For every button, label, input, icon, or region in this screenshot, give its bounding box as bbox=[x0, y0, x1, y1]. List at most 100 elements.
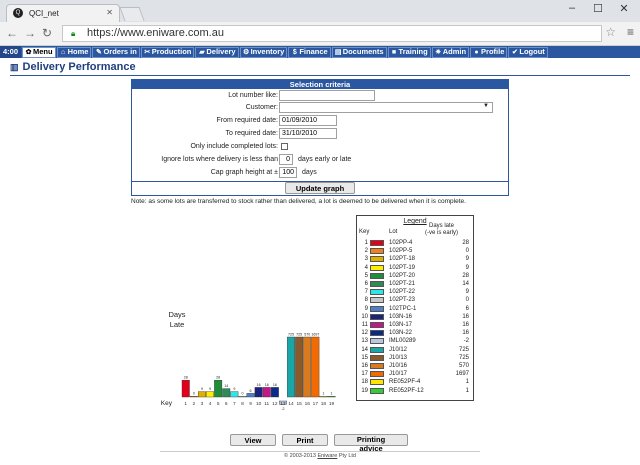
legend-days: 0 bbox=[465, 248, 469, 255]
nav-training[interactable]: ■ Training bbox=[387, 46, 431, 58]
legend-swatch bbox=[370, 354, 384, 361]
menu-icon: ✿ bbox=[25, 48, 32, 56]
home-icon: ⌂ bbox=[60, 48, 66, 56]
url-input[interactable]: 🔒︎ https://www.eniware.com.au bbox=[62, 25, 602, 42]
footer: © 2003-2013 Eniware Pty Ltd bbox=[0, 453, 640, 459]
x-tick-label: 8 bbox=[241, 401, 244, 407]
new-tab-button[interactable] bbox=[119, 7, 145, 21]
forward-arrow-icon[interactable]: → bbox=[24, 26, 36, 40]
legend-row: 3 102PT-18 9 bbox=[357, 256, 473, 264]
printing-advice-button[interactable]: Printing advice bbox=[334, 434, 408, 453]
legend-lot: J10/13 bbox=[389, 354, 408, 361]
legend-row: 2 102PP-5 0 bbox=[357, 248, 473, 256]
legend-key: 9 bbox=[364, 305, 368, 312]
lot-number-input[interactable] bbox=[279, 90, 375, 101]
ignore-days-input[interactable] bbox=[279, 154, 293, 165]
back-arrow-icon[interactable]: ← bbox=[6, 26, 18, 40]
page-title: Delivery Performance bbox=[22, 61, 136, 73]
legend-row: 11 103N-17 16 bbox=[357, 322, 473, 330]
tab-title: QCI_net bbox=[29, 9, 59, 18]
legend-row: 13 IML00289 -2 bbox=[357, 338, 473, 346]
legend-swatch bbox=[370, 363, 384, 369]
x-tick-label: 18 bbox=[321, 401, 327, 407]
nav-label: Home bbox=[67, 47, 89, 56]
from-date-row: From required date: bbox=[132, 115, 508, 127]
nav-finance[interactable]: $ Finance bbox=[288, 46, 331, 58]
window-close-icon[interactable]: ✕ bbox=[614, 2, 634, 15]
nav-label: Training bbox=[398, 47, 428, 56]
legend-row: 12 103N-22 16 bbox=[357, 330, 473, 338]
nav-home[interactable]: ⌂ Home bbox=[56, 46, 92, 58]
bar-value-label: 1697 bbox=[311, 333, 319, 337]
view-button[interactable]: View bbox=[230, 434, 276, 446]
cap-height-input[interactable] bbox=[279, 167, 297, 178]
lock-icon: 🔒︎ bbox=[71, 29, 76, 38]
maximize-icon[interactable]: ☐ bbox=[588, 2, 608, 15]
x-tick-label: 16 bbox=[305, 401, 311, 407]
bookmark-star-icon[interactable]: ☆ bbox=[605, 25, 616, 39]
legend-row: 4 102PT-19 9 bbox=[357, 264, 473, 273]
update-graph-button[interactable]: Update graph bbox=[285, 182, 355, 194]
bar bbox=[246, 393, 255, 398]
completed-label: Only include completed lots: bbox=[190, 143, 278, 150]
legend-key: 5 bbox=[364, 272, 368, 279]
legend-swatch bbox=[370, 240, 384, 246]
from-date-input[interactable] bbox=[279, 115, 337, 126]
ignore-label: Ignore lots where delivery is less than bbox=[161, 156, 278, 163]
bar bbox=[295, 336, 304, 398]
footer-brand-link[interactable]: Eniware bbox=[317, 453, 337, 459]
minimize-icon[interactable]: – bbox=[562, 2, 582, 14]
nav-production[interactable]: ✂ Production bbox=[140, 46, 195, 58]
title-divider bbox=[10, 75, 630, 76]
bar bbox=[181, 379, 190, 398]
nav-admin[interactable]: ✷ Admin bbox=[431, 46, 470, 58]
legend-swatch bbox=[370, 248, 384, 255]
nav-label: Finance bbox=[299, 47, 328, 56]
legend-days-header: Days late bbox=[429, 223, 455, 229]
customer-select[interactable]: ▼ bbox=[279, 102, 493, 113]
to-date-input[interactable] bbox=[279, 128, 337, 139]
tab-close-icon[interactable]: ✕ bbox=[106, 8, 113, 17]
action-buttons: View Print Printing advice bbox=[230, 434, 408, 453]
nav-delivery[interactable]: ▰ Delivery bbox=[195, 46, 239, 58]
bar bbox=[287, 336, 296, 398]
legend-days: 16 bbox=[462, 322, 469, 328]
x-tick-label: 5 bbox=[217, 401, 220, 407]
print-button[interactable]: Print bbox=[282, 434, 328, 446]
legend-swatch bbox=[370, 264, 384, 271]
nav-documents[interactable]: ▤ Documents bbox=[331, 46, 387, 58]
customer-label: Customer: bbox=[245, 104, 278, 111]
legend-days-subheader: (-ve is early) bbox=[425, 230, 459, 236]
legend-days: 9 bbox=[465, 264, 469, 271]
reload-icon[interactable]: ↻ bbox=[42, 26, 52, 40]
nav-logout[interactable]: ✔ Logout bbox=[508, 46, 548, 58]
x-tick-label: 6 bbox=[225, 401, 228, 407]
x-tick-label: 15 bbox=[296, 401, 302, 407]
url-text: https://www.eniware.com.au bbox=[87, 27, 224, 39]
legend-lot: 102PT-18 bbox=[389, 256, 416, 263]
browser-tab[interactable]: Q QCI_net ✕ bbox=[6, 4, 120, 22]
bar-value-label: 28 bbox=[216, 376, 220, 380]
legend-days: 9 bbox=[465, 256, 469, 263]
footer-divider bbox=[160, 451, 480, 452]
nav-profile[interactable]: ● Profile bbox=[470, 46, 508, 58]
ignore-row: Ignore lots where delivery is less than … bbox=[132, 154, 508, 166]
nav-orders-in[interactable]: ✎ Orders in bbox=[92, 46, 140, 58]
nav-label: Menu bbox=[33, 47, 53, 56]
bar-value-label: 9 bbox=[209, 387, 211, 391]
x-tick-label: 12 bbox=[272, 401, 278, 407]
legend-swatch bbox=[370, 313, 384, 320]
clock-time: 4:00 bbox=[0, 46, 22, 58]
legend-swatch bbox=[370, 281, 384, 287]
legend-days: 16 bbox=[462, 313, 469, 320]
legend-key: 15 bbox=[361, 354, 368, 361]
bar bbox=[206, 391, 214, 398]
from-date-label: From required date: bbox=[216, 117, 278, 124]
completed-checkbox[interactable] bbox=[281, 143, 288, 150]
legend-days: 16 bbox=[462, 330, 469, 337]
nav-inventory[interactable]: ⚙ Inventory bbox=[239, 46, 288, 58]
legend-lot: 102PP-4 bbox=[389, 240, 413, 246]
browser-menu-icon[interactable]: ≡ bbox=[627, 25, 634, 39]
lot-number-label: Lot number like: bbox=[228, 92, 278, 99]
nav-menu[interactable]: ✿ Menu bbox=[22, 46, 56, 58]
